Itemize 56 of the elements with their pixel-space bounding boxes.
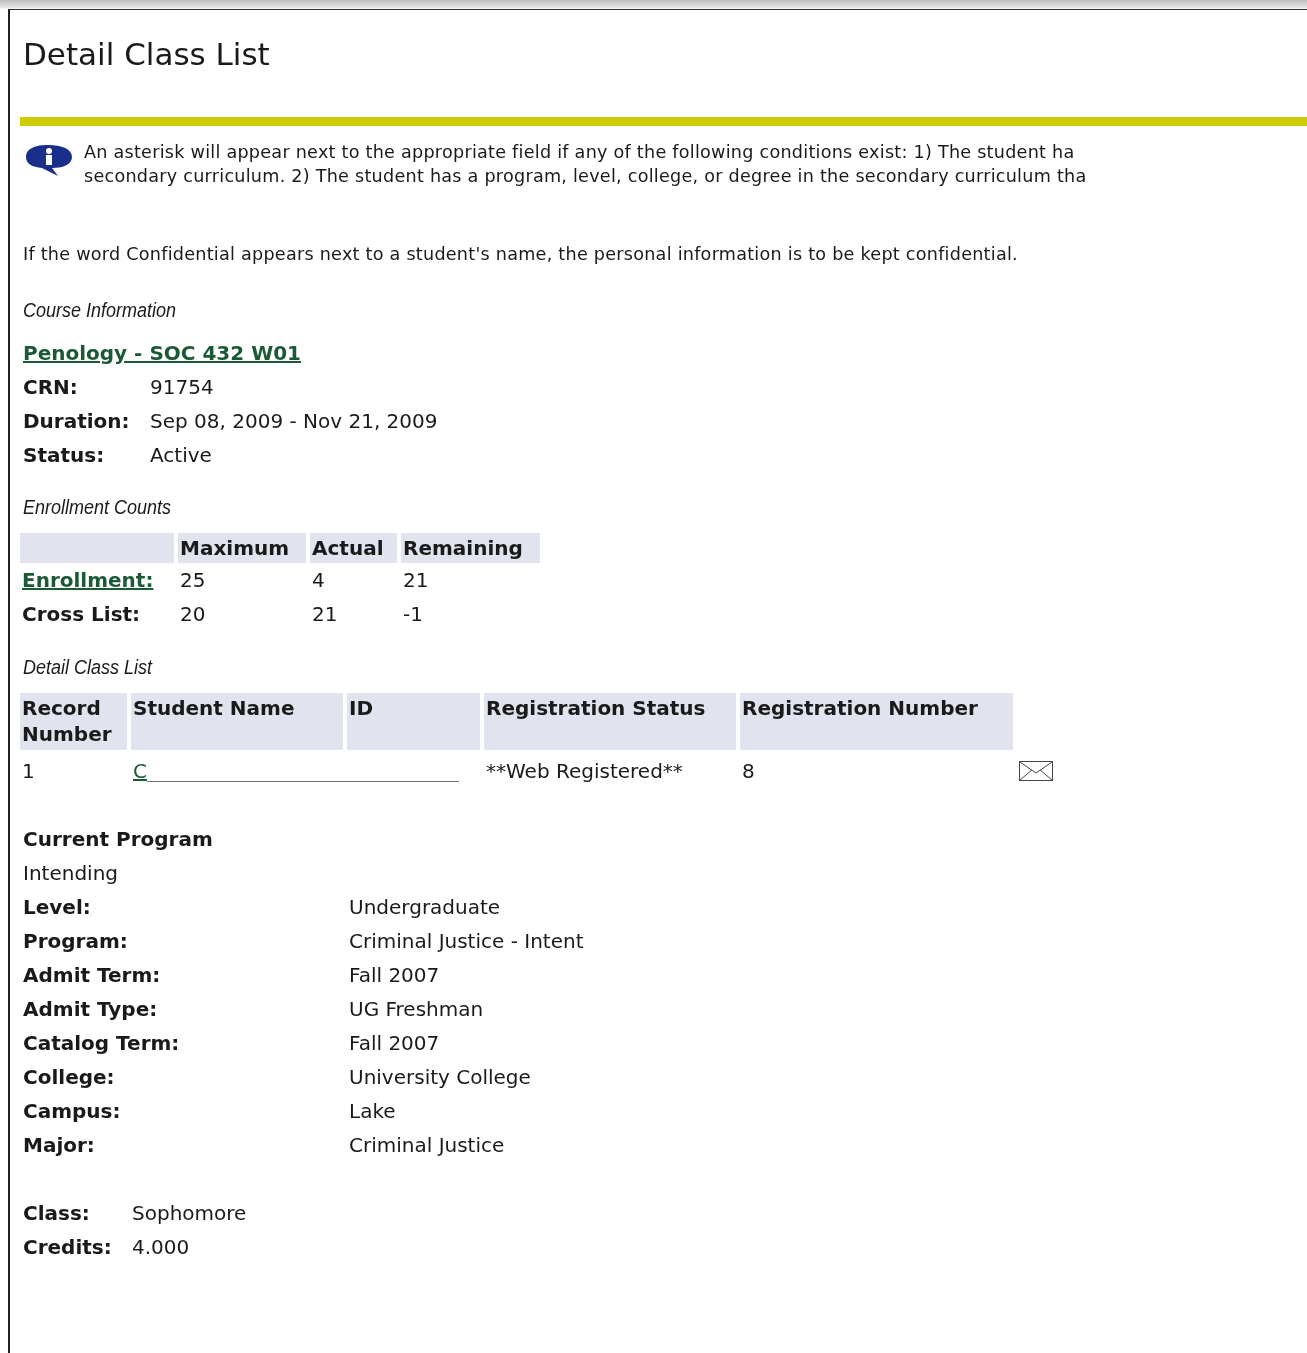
field-value: 4.000 — [132, 1234, 191, 1261]
table-cell-text: -1 — [402, 601, 424, 628]
table-cell-text: 21 — [311, 601, 339, 628]
page-title: Detail Class List — [22, 35, 271, 74]
field-label: Catalog Term: — [23, 1030, 181, 1057]
field-value: Active — [150, 442, 213, 469]
table-cell-text: 25 — [179, 567, 207, 594]
section-heading: Enrollment Counts — [23, 496, 172, 519]
column-header: Record Number — [20, 693, 127, 750]
row-label: Cross List: — [22, 602, 141, 626]
field-value: Criminal Justice — [349, 1132, 506, 1159]
field-value: Sep 08, 2009 - Nov 21, 2009 — [150, 408, 438, 435]
table-cell-text: 20 — [179, 601, 207, 628]
field-label: Credits: — [23, 1234, 113, 1261]
field-label: Major: — [23, 1132, 96, 1159]
field-label: Campus: — [23, 1098, 122, 1125]
column-header: Maximum — [178, 533, 306, 563]
column-header: ID — [347, 693, 480, 750]
field-value: 91754 — [150, 374, 215, 401]
email-icon[interactable] — [1019, 761, 1053, 781]
field-value: UG Freshman — [349, 996, 485, 1023]
field-value: Sophomore — [132, 1200, 247, 1227]
column-header: Remaining — [401, 533, 540, 563]
field-label: Status: — [23, 442, 106, 469]
field-value: Fall 2007 — [349, 962, 441, 989]
column-header: Student Name — [131, 693, 343, 750]
field-label: Class: — [23, 1200, 91, 1227]
info-note-text: An asterisk will appear next to the appropriate field if any of the following conditions exist: 1) The student ha secondary curriculum. 2) The student has a program, level, college, or degree in the secondary curriculum tha — [84, 141, 1087, 188]
field-value: University College — [349, 1064, 532, 1091]
field-label: Level: — [23, 894, 92, 921]
confidential-note: If the word Confidential appears next to a student's name, the personal information is to be kept confidential. — [23, 244, 1019, 264]
table-cell-text: 21 — [402, 567, 430, 594]
field-value: Criminal Justice - Intent — [349, 928, 584, 955]
field-label: Program: — [23, 928, 129, 955]
table-cell-text: 8 — [741, 758, 756, 785]
column-header: Registration Number — [740, 693, 1013, 750]
field-value: Lake — [349, 1098, 397, 1125]
column-header: Actual — [310, 533, 397, 563]
field-label: College: — [23, 1064, 116, 1091]
column-header: Registration Status — [484, 693, 736, 750]
field-label: Duration: — [23, 408, 131, 435]
student-name-link[interactable]: C — [133, 759, 147, 783]
field-value: Undergraduate — [349, 894, 502, 921]
section-heading: Course Information — [23, 299, 177, 322]
table-cell-text: 4 — [311, 567, 326, 594]
field-label: Admit Term: — [23, 962, 162, 989]
program-status: Intending — [23, 860, 120, 887]
field-label: CRN: — [23, 374, 79, 401]
field-value: Fall 2007 — [349, 1030, 441, 1057]
field-label: Admit Type: — [23, 996, 159, 1023]
enrollment-link[interactable]: Enrollment: — [22, 568, 154, 592]
course-link[interactable]: Penology - SOC 432 W01 — [23, 336, 1307, 370]
section-heading: Detail Class List — [23, 656, 153, 679]
current-program-heading: Current Program — [23, 826, 214, 853]
table-cell-text: **Web Registered** — [485, 758, 684, 785]
table-cell-text: 1 — [21, 758, 36, 785]
